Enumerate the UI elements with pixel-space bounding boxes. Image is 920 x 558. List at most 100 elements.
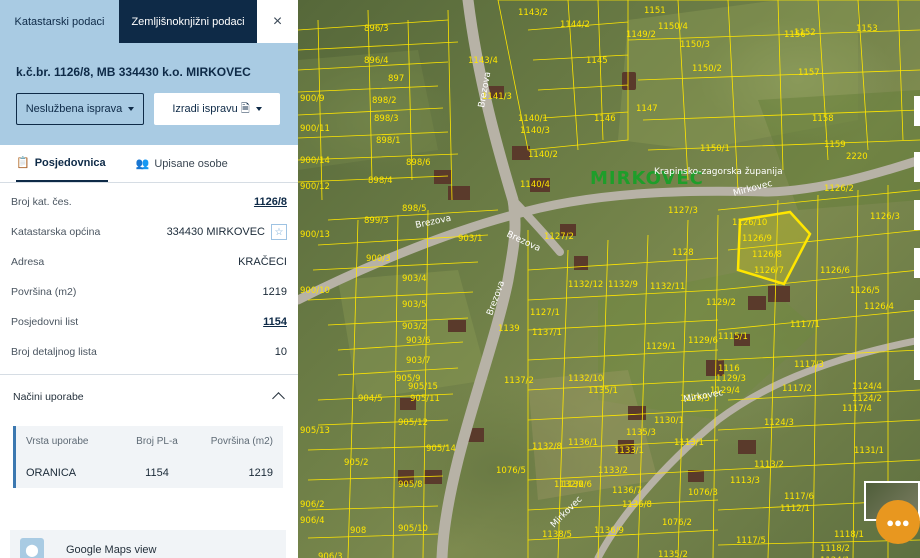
- parcel-label: 905/10: [398, 524, 428, 534]
- parcel-label: 1140/1: [518, 114, 548, 124]
- parcel-label: 1126/2: [824, 184, 854, 194]
- parcel-label: 896/4: [364, 56, 389, 66]
- parcel-label: 906/2: [300, 500, 325, 510]
- info-label: Površina (m2): [11, 286, 77, 298]
- tab-persons-label: Upisane osobe: [154, 157, 228, 170]
- parcel-label: 1149/2: [626, 30, 656, 40]
- parcel-label: 898/6: [406, 158, 431, 168]
- parcel-label: 1126/7: [754, 266, 784, 276]
- parcel-label: 1136/8: [622, 500, 652, 510]
- parcel-label: 898/2: [372, 96, 397, 106]
- close-icon[interactable]: ×: [257, 0, 298, 43]
- unofficial-document-label: Neslužbena isprava: [25, 103, 123, 115]
- parcel-label: 1143/4: [468, 56, 498, 66]
- parcel-label: 1136/1: [568, 438, 598, 448]
- parcel-label: 1150/3: [680, 40, 710, 50]
- parcel-label: 1126/4: [864, 302, 894, 312]
- parcel-label: 898/4: [368, 176, 393, 186]
- map-side-control[interactable]: [914, 96, 920, 126]
- google-maps-label: Google Maps view: [66, 544, 157, 556]
- road-label: Mirkovec: [549, 495, 585, 531]
- parcel-label: 900/12: [300, 182, 330, 192]
- tab-registered-persons[interactable]: 👥 Upisane osobe: [136, 145, 228, 182]
- tab-ownership[interactable]: 📋 Posjedovnica: [16, 145, 108, 182]
- parcel-label: 1117/1: [790, 320, 820, 330]
- parcel-label: 905/14: [426, 444, 456, 454]
- subtabs: 📋 Posjedovnica 👥 Upisane osobe: [0, 145, 298, 183]
- parcel-label: 1139: [498, 324, 520, 334]
- parcel-label: 905/13: [300, 426, 330, 436]
- info-label: Posjedovni list: [11, 316, 79, 328]
- parcel-number-link[interactable]: 1126/8: [254, 196, 287, 208]
- parcel-label: 1076/5: [496, 466, 526, 476]
- parcel-label: 1132/9: [608, 280, 638, 290]
- parcel-label: 903/2: [402, 322, 427, 332]
- parcel-label: 905/11: [410, 394, 440, 404]
- parcel-label: 1145: [586, 56, 608, 66]
- create-document-button[interactable]: Izradi ispravu 🗎: [154, 93, 280, 125]
- parcel-label: 1129/6: [688, 336, 718, 346]
- parcel-label: 1076/2: [662, 518, 692, 528]
- parcel-label: 1129/3: [716, 374, 746, 384]
- map-side-control[interactable]: [914, 152, 920, 182]
- parcel-label: 905/2: [344, 458, 369, 468]
- info-row-cadastral-municipality: Katastarska općina 334430 MIRKOVEC ☆: [11, 217, 287, 247]
- usage-table: Vrsta uporabe Broj PL-a Površina (m2) OR…: [13, 426, 283, 488]
- parcel-label: 1158: [812, 114, 834, 124]
- parcel-label: 903/6: [406, 336, 431, 346]
- table-cell: 1219: [248, 466, 273, 479]
- parcel-label: 1129/1: [646, 342, 676, 352]
- map-side-control[interactable]: [914, 248, 920, 278]
- parcel-label: 1127/1: [530, 308, 560, 318]
- usage-section-header[interactable]: Načini uporabe: [0, 374, 298, 418]
- unofficial-document-button[interactable]: Neslužbena isprava: [16, 93, 144, 125]
- info-label: Katastarska općina: [11, 226, 101, 238]
- parcel-label: 1117/2: [782, 384, 812, 394]
- parcel-label: 1116: [718, 364, 740, 374]
- parcel-label: 1140/3: [520, 126, 550, 136]
- parcel-label: 900/10: [300, 286, 330, 296]
- parcel-label: 1115/1: [718, 332, 748, 342]
- usage-section-title: Načini uporabe: [13, 390, 84, 403]
- parcel-label: 898/1: [376, 136, 401, 146]
- parcel-label: 1143/2: [518, 8, 548, 18]
- road-label: Brezova: [415, 214, 453, 231]
- cadastral-map[interactable]: 896/3 896/4 897 898/2 898/3 898/1 900/9 900/11 9…: [298, 0, 920, 558]
- tab-cadastral[interactable]: Katastarski podaci: [0, 0, 119, 43]
- parcel-label: 903/4: [402, 274, 427, 284]
- ownership-sheet-link[interactable]: 1154: [263, 316, 287, 328]
- parcel-label: 1135/2: [658, 550, 688, 558]
- chevron-down-icon: [128, 107, 135, 111]
- star-icon[interactable]: ☆: [271, 224, 287, 240]
- parcel-label: 1117/6: [784, 492, 814, 502]
- map-side-control[interactable]: [914, 300, 920, 380]
- parcel-label: 903/1: [458, 234, 483, 244]
- chat-button[interactable]: ●●●: [876, 500, 920, 544]
- parcel-label: 900/9: [300, 94, 325, 104]
- parcel-label: 1126/8: [752, 250, 782, 260]
- parcel-label: 896/3: [364, 24, 389, 34]
- parcel-label: 1076/3: [688, 488, 718, 498]
- tab-land-registry[interactable]: Zemljišnoknjižni podaci: [119, 0, 257, 43]
- google-maps-view-button[interactable]: ⬤ Google Maps view: [10, 530, 286, 558]
- parcel-label: 1126/3: [870, 212, 900, 222]
- parcel-label: 1124/4: [852, 382, 882, 392]
- parcel-label: 1131/1: [854, 446, 884, 456]
- parcel-label: 1140/4: [520, 180, 550, 190]
- info-row-parcel-number: Broj kat. čes. 1126/8: [11, 187, 287, 217]
- map-canvas[interactable]: 896/3 896/4 897 898/2 898/3 898/1 900/9 900/11 9…: [298, 0, 920, 558]
- parcel-label: 1132/12: [568, 280, 603, 290]
- create-document-label: Izradi ispravu: [172, 103, 238, 115]
- parcel-label: 900/14: [300, 156, 330, 166]
- parcel-label: 1137/2: [504, 376, 534, 386]
- parcel-label: 1127/3: [668, 206, 698, 216]
- chevron-up-icon[interactable]: [272, 392, 285, 405]
- info-label: Broj kat. čes.: [11, 196, 72, 208]
- parcel-label: 897: [388, 74, 404, 84]
- parcel-label: 1156: [784, 30, 806, 40]
- table-row: ORANICA 1154 1219: [16, 457, 283, 488]
- map-side-control[interactable]: [914, 200, 920, 230]
- parcel-label: 1147: [636, 104, 658, 114]
- parcel-label: 1117/4: [842, 404, 872, 414]
- parcel-label: 905/15: [408, 382, 438, 392]
